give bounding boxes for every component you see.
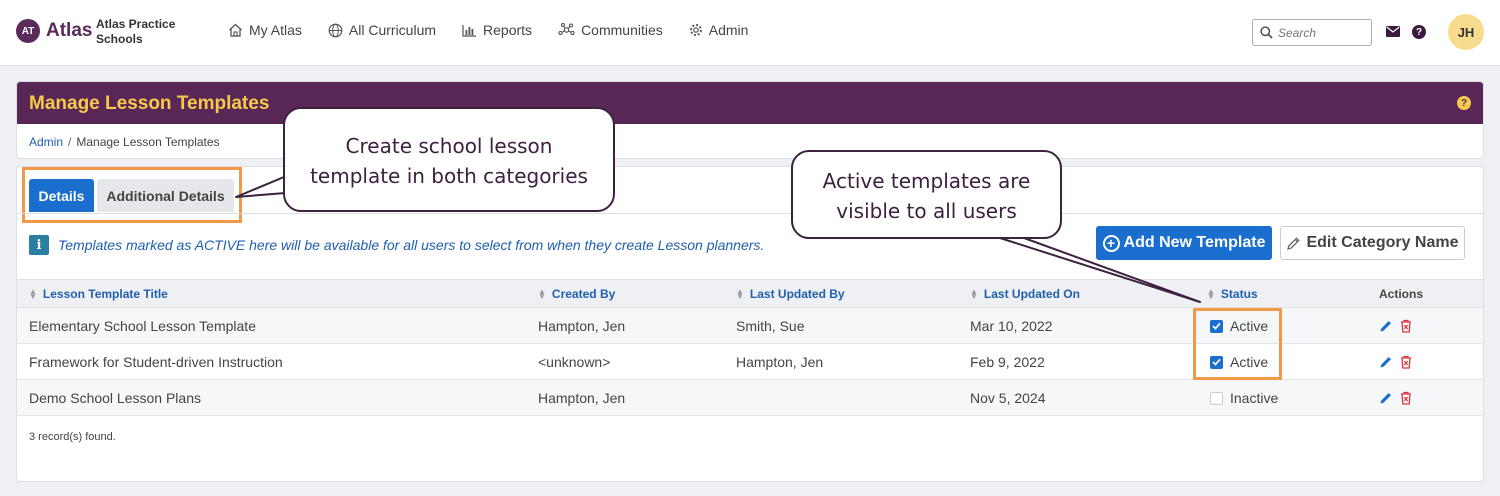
sort-icon: ▲ ▼ [970, 287, 978, 301]
sort-icon: ▲ ▼ [538, 287, 546, 301]
status-toggle[interactable]: Inactive [1210, 390, 1278, 406]
row-actions [1379, 355, 1419, 369]
column-last-updated-by[interactable]: ▲ ▼ Last Updated By [736, 287, 845, 301]
edit-pencil-icon[interactable] [1379, 355, 1393, 369]
info-message: i Templates marked as ACTIVE here will b… [29, 235, 764, 255]
template-title: Demo School Lesson Plans [29, 390, 201, 406]
callout-line: template in both categories [310, 164, 588, 188]
status-highlight-box [1193, 308, 1282, 380]
column-label: Created By [551, 287, 616, 301]
breadcrumb-current: Manage Lesson Templates [76, 135, 220, 149]
atlas-logo[interactable]: AT Atlas [16, 19, 92, 43]
top-navigation-bar: AT Atlas Atlas Practice Schools My Atlas… [0, 0, 1500, 66]
nav-reports[interactable]: Reports [462, 22, 532, 38]
user-avatar[interactable]: JH [1448, 14, 1484, 50]
sort-icon: ▲ ▼ [736, 287, 744, 301]
page-help-icon[interactable]: ? [1457, 96, 1471, 110]
callout-line: Create school lesson [345, 134, 553, 158]
template-title: Framework for Student-driven Instruction [29, 354, 283, 370]
trash-icon[interactable] [1400, 391, 1412, 405]
tabs-divider [17, 213, 1483, 214]
title-bar: Manage Lesson Templates ? [17, 82, 1483, 124]
add-button-label: Add New Template [1123, 234, 1266, 251]
column-created-by[interactable]: ▲ ▼ Created By [538, 287, 615, 301]
table-row: Demo School Lesson Plans Hampton, Jen No… [17, 380, 1483, 416]
page-title: Manage Lesson Templates [29, 93, 270, 114]
column-label: Lesson Template Title [42, 287, 168, 301]
callout-line: Active templates are [822, 169, 1031, 193]
edit-button-label: Edit Category Name [1306, 234, 1459, 251]
column-label: Status [1220, 287, 1258, 301]
nav-label: My Atlas [249, 22, 302, 38]
logo-text: Atlas [46, 20, 93, 41]
nav-label: Reports [483, 22, 533, 38]
nav-all-curriculum[interactable]: All Curriculum [328, 22, 436, 38]
last-updated-on: Nov 5, 2024 [970, 390, 1046, 406]
record-count: 3 record(s) found. [29, 431, 116, 443]
tab-details[interactable]: Details [29, 179, 94, 212]
tab-additional-details[interactable]: Additional Details [97, 179, 234, 212]
last-updated-by: Hampton, Jen [736, 354, 824, 370]
edit-category-name-button[interactable]: Edit Category Name [1280, 226, 1465, 260]
callout-line: visible to all users [836, 199, 1017, 223]
trash-icon[interactable] [1400, 355, 1412, 369]
page-header: Manage Lesson Templates ? Admin / Manage L… [16, 81, 1484, 159]
callout-status-note: Active templates are visible to all user… [791, 150, 1062, 239]
pencil-icon [1287, 236, 1301, 250]
nav-communities[interactable]: Communities [558, 22, 663, 38]
nav-admin[interactable]: Admin [689, 22, 749, 38]
row-actions [1379, 391, 1419, 405]
logo-badge: AT [16, 19, 40, 43]
search-icon [1260, 26, 1273, 39]
created-by: Hampton, Jen [538, 390, 626, 406]
nav-my-atlas[interactable]: My Atlas [228, 22, 302, 38]
column-label: Last Updated By [749, 287, 845, 301]
last-updated-by: Smith, Sue [736, 318, 805, 334]
breadcrumb: Admin / Manage Lesson Templates [29, 135, 220, 149]
plus-circle-icon: + [1102, 234, 1120, 252]
status-label: Inactive [1230, 390, 1279, 406]
column-status[interactable]: ▲ ▼ Status [1207, 287, 1258, 301]
bar-chart-icon [462, 24, 477, 37]
info-text: Templates marked as ACTIVE here will be … [58, 237, 765, 253]
nav-label: Communities [581, 22, 663, 38]
nav-label: Admin [708, 22, 749, 38]
sort-icon: ▲ ▼ [1207, 287, 1215, 301]
column-last-updated-on[interactable]: ▲ ▼ Last Updated On [970, 287, 1080, 301]
trash-icon[interactable] [1400, 319, 1412, 333]
last-updated-on: Feb 9, 2022 [970, 354, 1045, 370]
search-box[interactable] [1252, 19, 1372, 46]
templates-card: Details Additional Details i Templates m… [16, 166, 1484, 482]
gear-icon [689, 24, 702, 36]
status-checkbox-unchecked[interactable] [1210, 391, 1223, 405]
sort-icon: ▲ ▼ [29, 287, 37, 301]
template-title: Elementary School Lesson Template [29, 318, 256, 334]
mail-icon[interactable] [1386, 26, 1400, 37]
home-icon [229, 23, 242, 37]
search-input[interactable] [1278, 25, 1366, 40]
row-actions [1379, 319, 1419, 333]
breadcrumb-separator: / [68, 135, 72, 149]
created-by: <unknown> [538, 354, 611, 370]
network-icon [558, 23, 575, 36]
column-title[interactable]: ▲ ▼ Lesson Template Title [29, 287, 168, 301]
breadcrumb-admin-link[interactable]: Admin [29, 135, 63, 149]
column-label: Last Updated On [983, 287, 1080, 301]
nav-label: All Curriculum [348, 22, 437, 38]
school-name: Atlas Practice Schools [96, 17, 176, 46]
callout-tabs-note: Create school lesson template in both ca… [283, 107, 615, 212]
last-updated-on: Mar 10, 2022 [970, 318, 1053, 334]
info-icon: i [29, 235, 49, 255]
edit-pencil-icon[interactable] [1379, 319, 1393, 333]
edit-pencil-icon[interactable] [1379, 391, 1393, 405]
table-header: ▲ ▼ Lesson Template Title ▲ ▼ Created By ▲ ▼ L… [17, 279, 1483, 308]
add-new-template-button[interactable]: + Add New Template [1096, 226, 1272, 260]
column-actions: Actions [1379, 287, 1424, 301]
help-icon[interactable]: ? [1412, 25, 1426, 39]
main-nav: My Atlas All Curriculum Reports Communit… [228, 22, 774, 38]
created-by: Hampton, Jen [538, 318, 626, 334]
globe-icon [328, 23, 343, 37]
